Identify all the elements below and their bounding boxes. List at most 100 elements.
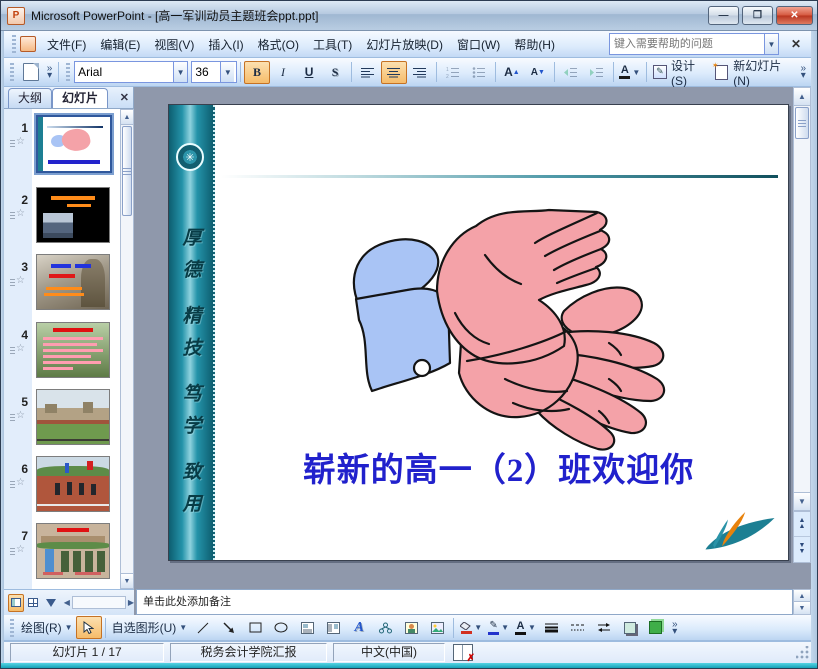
- slide-thumbnail-7[interactable]: [36, 523, 110, 579]
- insert-picture-button[interactable]: [424, 616, 450, 639]
- slide-thumbnail-6[interactable]: [36, 456, 110, 512]
- italic-button[interactable]: I: [270, 61, 296, 84]
- threed-style-button[interactable]: [643, 616, 669, 639]
- minimize-button[interactable]: —: [708, 6, 739, 25]
- autoshapes-menu-button[interactable]: 自选图形(U) ▼: [109, 619, 191, 636]
- clapping-hands-clipart[interactable]: [309, 193, 699, 458]
- oval-tool-button[interactable]: [268, 616, 294, 639]
- scrollbar-thumb[interactable]: [122, 126, 132, 216]
- line-color-button[interactable]: ✎ ▼: [485, 616, 512, 639]
- decrease-indent-button[interactable]: [558, 61, 584, 84]
- arrow-style-button[interactable]: [591, 616, 617, 639]
- slide-sorter-view-button[interactable]: [25, 594, 41, 612]
- menu-insert[interactable]: 插入(I): [201, 32, 250, 57]
- thumbnails-scrollbar[interactable]: ▲ ▼: [120, 109, 134, 589]
- scroll-left-icon[interactable]: ◀: [64, 598, 70, 607]
- pane-close-icon[interactable]: ✕: [120, 91, 129, 104]
- menubar-grip[interactable]: [12, 35, 16, 53]
- slide-scrollbar[interactable]: ▲ ▼: [793, 87, 811, 511]
- scroll-right-icon[interactable]: ▶: [128, 598, 134, 607]
- tab-outline[interactable]: 大纲: [8, 88, 53, 108]
- resize-grip[interactable]: [796, 646, 809, 659]
- scroll-down-icon[interactable]: ▼: [121, 573, 133, 588]
- document-close-button[interactable]: ✕: [785, 35, 807, 53]
- decrease-font-size-button[interactable]: A ▼: [525, 61, 551, 84]
- toolbar-grip-2[interactable]: [66, 63, 71, 81]
- scroll-up-icon[interactable]: ▲: [794, 88, 810, 106]
- pane-horizontal-scrollbar[interactable]: ◀ ▶: [64, 596, 134, 609]
- clip-art-button[interactable]: [398, 616, 424, 639]
- line-style-button[interactable]: [539, 616, 565, 639]
- scrollbar-thumb[interactable]: [795, 107, 809, 139]
- tab-slides[interactable]: 幻灯片: [52, 88, 109, 108]
- line-color-dropdown-icon[interactable]: ▼: [501, 623, 509, 632]
- bullets-button[interactable]: [466, 61, 492, 84]
- numbering-button[interactable]: 12: [440, 61, 466, 84]
- font-color-dropdown-icon[interactable]: ▼: [632, 68, 640, 77]
- font-size-input[interactable]: [192, 64, 221, 80]
- draw-font-color-dropdown-icon[interactable]: ▼: [528, 623, 536, 632]
- help-input[interactable]: [608, 33, 765, 55]
- font-name-dropdown-icon[interactable]: ▼: [173, 62, 188, 82]
- menu-slideshow[interactable]: 幻灯片放映(D): [359, 32, 450, 57]
- scroll-down-icon[interactable]: ▼: [794, 601, 810, 614]
- font-name-input[interactable]: [75, 64, 174, 80]
- draw-font-color-button[interactable]: A ▼: [512, 616, 539, 639]
- new-slide-button[interactable]: 新幻灯片(N): [712, 59, 798, 88]
- wordart-button[interactable]: A: [346, 616, 372, 639]
- restore-button[interactable]: ❐: [742, 6, 773, 25]
- scroll-up-icon[interactable]: ▲: [121, 110, 133, 125]
- notes-scrollbar[interactable]: ▲ ▼: [793, 589, 811, 615]
- new-presentation-button[interactable]: [18, 61, 44, 84]
- dash-style-button[interactable]: [565, 616, 591, 639]
- slide-thumbnail-4[interactable]: [36, 322, 110, 378]
- align-left-button[interactable]: [355, 61, 381, 84]
- draw-menu-button[interactable]: 绘图(R) ▼: [18, 619, 76, 636]
- align-right-button[interactable]: [407, 61, 433, 84]
- app-icon[interactable]: P: [7, 6, 25, 25]
- align-center-button[interactable]: [380, 60, 407, 84]
- arrow-tool-button[interactable]: [216, 616, 242, 639]
- menu-window[interactable]: 窗口(W): [450, 32, 507, 57]
- slide-canvas[interactable]: ✳ 厚 德 精 技 笃 学 致 用 崭新的高一（2）班欢迎你: [168, 104, 789, 561]
- slide-thumbnail-5[interactable]: [36, 389, 110, 445]
- drawbar-grip[interactable]: [10, 618, 14, 637]
- fill-color-button[interactable]: ▼: [457, 616, 485, 639]
- slide-thumbnail-1[interactable]: [36, 115, 112, 173]
- menu-file[interactable]: 文件(F): [40, 32, 93, 57]
- font-color-button[interactable]: A ▼: [617, 61, 643, 84]
- document-icon[interactable]: [20, 36, 36, 52]
- menu-format[interactable]: 格式(O): [251, 32, 306, 57]
- slide-thumbnail-2[interactable]: [36, 187, 110, 243]
- select-objects-button[interactable]: [75, 616, 102, 639]
- status-language[interactable]: 中文(中国): [333, 643, 445, 662]
- next-slide-button[interactable]: ▼ ▼: [794, 537, 810, 561]
- diagram-button[interactable]: [372, 616, 398, 639]
- previous-slide-button[interactable]: ▲ ▲: [794, 512, 810, 537]
- spell-check-icon[interactable]: [453, 644, 475, 664]
- notes-pane[interactable]: 单击此处添加备注: [136, 589, 793, 615]
- close-button[interactable]: ✕: [776, 6, 813, 25]
- bold-button[interactable]: B: [244, 60, 271, 84]
- menu-view[interactable]: 视图(V): [147, 32, 201, 57]
- font-size-dropdown-icon[interactable]: ▼: [220, 62, 235, 82]
- underline-button[interactable]: U: [296, 61, 322, 84]
- increase-font-size-button[interactable]: A ▲: [499, 61, 525, 84]
- fill-color-dropdown-icon[interactable]: ▼: [474, 623, 482, 632]
- vertical-text-box-button[interactable]: [320, 616, 346, 639]
- drawbar-overflow[interactable]: » ▾: [669, 619, 681, 636]
- toolbar-overflow-left[interactable]: » ▾: [44, 64, 56, 81]
- slideshow-view-button[interactable]: [42, 594, 58, 612]
- slide-title-text[interactable]: 崭新的高一（2）班欢迎你: [225, 443, 772, 491]
- menu-help[interactable]: 帮助(H): [507, 32, 562, 57]
- toolbar-grip[interactable]: [10, 63, 14, 81]
- rectangle-tool-button[interactable]: [242, 616, 268, 639]
- text-box-button[interactable]: [294, 616, 320, 639]
- toolbar-overflow-right[interactable]: » ▾: [797, 64, 809, 81]
- text-shadow-button[interactable]: S: [322, 61, 348, 84]
- shadow-style-button[interactable]: [617, 616, 643, 639]
- slide-thumbnail-3[interactable]: [36, 254, 110, 310]
- menu-tools[interactable]: 工具(T): [306, 32, 359, 57]
- scroll-down-icon[interactable]: ▼: [794, 492, 810, 510]
- menu-edit[interactable]: 编辑(E): [93, 32, 147, 57]
